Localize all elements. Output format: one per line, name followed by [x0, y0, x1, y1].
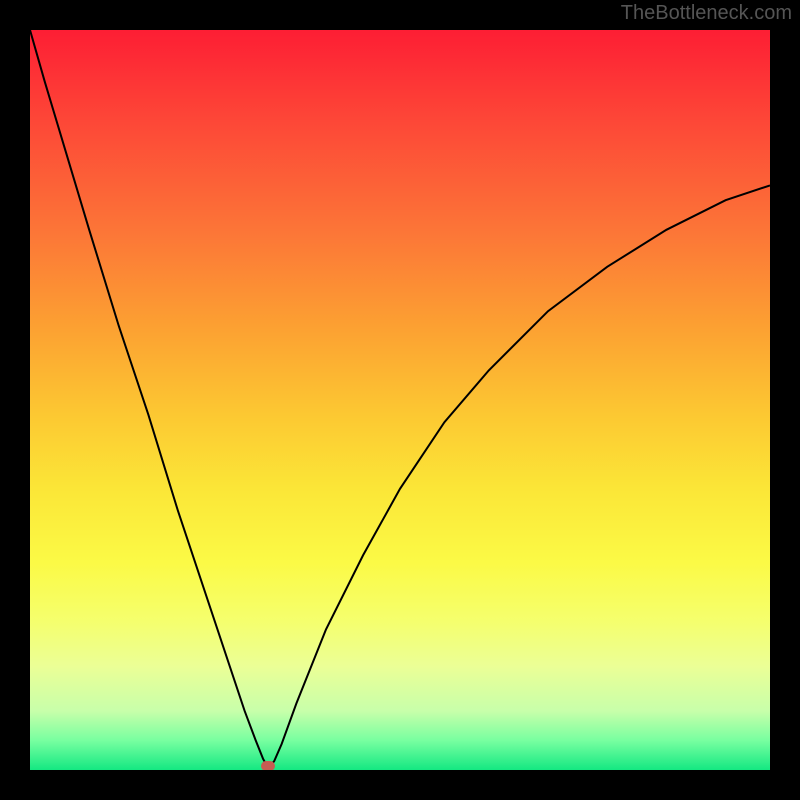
chart-plot-area [30, 30, 770, 770]
watermark-text: TheBottleneck.com [621, 2, 792, 25]
bottleneck-curve [30, 30, 770, 770]
minimum-marker [261, 761, 275, 770]
